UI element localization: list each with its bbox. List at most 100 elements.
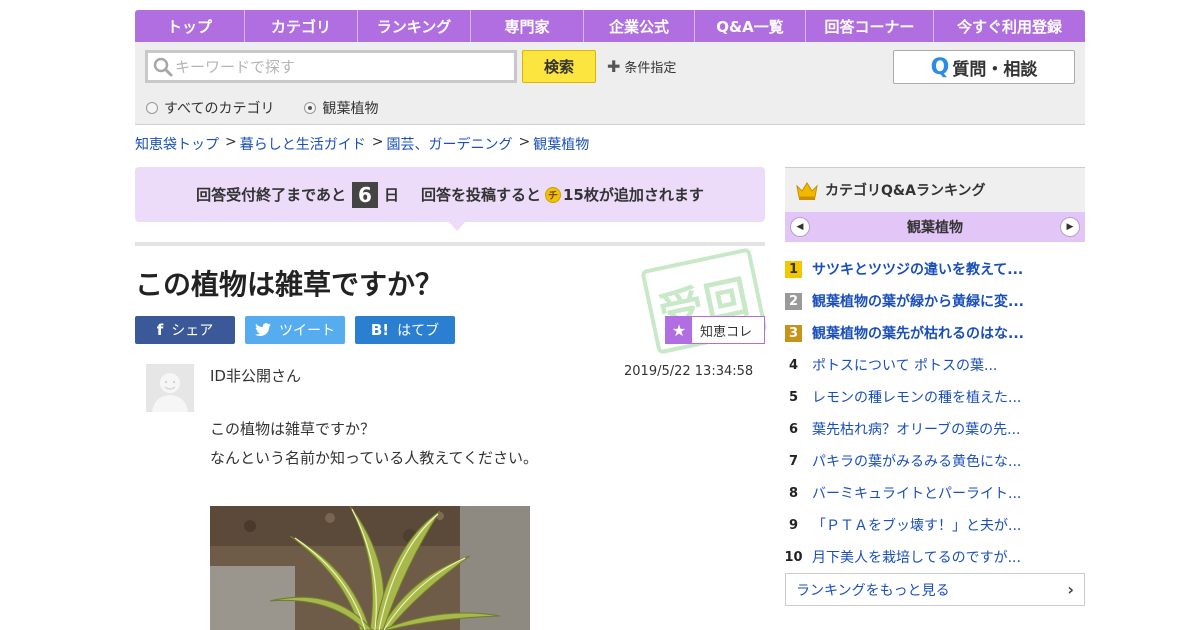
rank-number: 10 — [784, 549, 803, 565]
ranking-link[interactable]: レモンの種レモンの種を植えた... — [812, 387, 1021, 407]
ranking-item[interactable]: 6 葉先枯れ病？オリーブの葉の先... — [785, 413, 1085, 445]
nav-top[interactable]: トップ — [135, 10, 245, 42]
radio-current-category[interactable] — [304, 102, 317, 114]
breadcrumb-item[interactable]: 園芸、ガーデニング — [386, 134, 512, 154]
question-title: この植物は雑草ですか？ — [135, 268, 444, 301]
question-photo[interactable] — [210, 506, 530, 630]
rank-number: 7 — [788, 453, 799, 469]
ranking-item[interactable]: 3 観葉植物の葉先が枯れるのはな... — [785, 317, 1085, 349]
ranking-item[interactable]: 10 月下美人を栽培してるのですが... — [784, 541, 1085, 573]
q-logo-icon: Q — [930, 54, 950, 80]
notice-pointer — [449, 222, 465, 231]
previous-category-button[interactable]: ◀ — [790, 217, 810, 237]
nav-ranking[interactable]: ランキング — [358, 10, 471, 42]
plant-photo — [210, 506, 530, 630]
ranking-link[interactable]: サツキとツツジの違いを教えて... — [812, 259, 1023, 279]
nav-answer-corner[interactable]: 回答コーナー — [806, 10, 934, 42]
rank-number: 8 — [788, 485, 799, 501]
nav-qa-list[interactable]: Q&A一覧 — [695, 10, 806, 42]
breadcrumb: 知恵袋トップ > 暮らしと生活ガイド > 園芸、ガーデニング > 観葉植物 — [135, 134, 589, 154]
ranking-item[interactable]: 8 バーミキュライトとパーライト... — [785, 477, 1085, 509]
ranking-link[interactable]: バーミキュライトとパーライト... — [812, 483, 1021, 503]
breadcrumb-item[interactable]: 暮らしと生活ガイド — [240, 134, 366, 154]
search-input[interactable] — [175, 57, 495, 76]
ranking-header: カテゴリQ&Aランキング — [785, 167, 1085, 212]
rank-badge: 3 — [785, 324, 802, 342]
rank-number: 9 — [788, 517, 799, 533]
ranking-item[interactable]: 7 パキラの葉がみるみる黄色にな... — [785, 445, 1085, 477]
question-author: ID非公開さん — [210, 367, 301, 385]
ranking-link[interactable]: パキラの葉がみるみる黄色にな... — [812, 451, 1021, 471]
rank-badge: 1 — [785, 260, 802, 278]
default-user-icon — [146, 364, 194, 412]
ranking-link[interactable]: 葉先枯れ病？オリーブの葉の先... — [812, 419, 1021, 439]
ranking-category-bar: ◀ 観葉植物 ▶ — [785, 212, 1085, 242]
rank-number: 4 — [788, 357, 799, 373]
ranking-more-label: ランキングをもっと見る — [796, 582, 950, 599]
facebook-share-label: シェア — [171, 323, 214, 339]
search-scope: すべてのカテゴリ 観葉植物 — [146, 98, 408, 118]
coin-icon: チ — [545, 186, 561, 203]
days-remaining: 6 — [351, 181, 378, 208]
share-buttons: f シェア ツイート B! はてブ — [135, 316, 465, 344]
condition-label: 条件指定 — [624, 61, 677, 76]
question-body: この植物は雑草ですか？ なんという名前か知っている人教えてください。 — [210, 415, 538, 473]
hatena-bookmark-button[interactable]: B! はてブ — [355, 316, 455, 344]
search-area: 検索 ✚ 条件指定 Q 質問・相談 すべてのカテゴリ 観葉植物 — [135, 42, 1085, 125]
ranking-category-name: 観葉植物 — [907, 220, 963, 236]
ranking-item[interactable]: 1 サツキとツツジの違いを教えて... — [785, 253, 1085, 285]
search-button[interactable]: 検索 — [522, 50, 596, 83]
nav-category[interactable]: カテゴリ — [245, 10, 358, 42]
next-category-button[interactable]: ▶ — [1060, 217, 1080, 237]
ranking-item[interactable]: 9 「ＰＴＡをブッ壊す！」と夫が... — [785, 509, 1085, 541]
breadcrumb-separator: > — [371, 134, 384, 150]
section-divider — [135, 242, 765, 246]
facebook-share-button[interactable]: f シェア — [135, 316, 235, 344]
radio-all-label[interactable]: すべてのカテゴリ — [164, 98, 274, 118]
rank-badge: 2 — [785, 292, 802, 310]
ranking-item[interactable]: 5 レモンの種レモンの種を植えた... — [785, 381, 1085, 413]
twitter-icon — [255, 323, 271, 336]
chie-collection-label: 知恵コレ — [700, 324, 753, 340]
twitter-share-label: ツイート — [279, 323, 335, 339]
breadcrumb-item[interactable]: 知恵袋トップ — [135, 134, 219, 154]
breadcrumb-separator: > — [518, 134, 531, 150]
ranking-link[interactable]: 観葉植物の葉先が枯れるのはな... — [812, 323, 1024, 343]
question-body-line: なんという名前か知っている人教えてください。 — [210, 449, 539, 467]
condition-link[interactable]: ✚ 条件指定 — [607, 57, 676, 76]
twitter-share-button[interactable]: ツイート — [245, 316, 345, 344]
answer-deadline-notice: 回答受付終了まであと 6 日 回答を投稿すると チ 15枚が追加されます — [135, 167, 765, 222]
breadcrumb-item[interactable]: 観葉植物 — [533, 134, 589, 154]
ranking-item[interactable]: 2 観葉植物の葉が緑から黄緑に変... — [785, 285, 1085, 317]
question-timestamp: 2019/5/22 13:34:58 — [624, 364, 754, 379]
ranking-title: カテゴリQ&Aランキング — [825, 183, 986, 199]
notice-reward-suffix: 15枚が追加されます — [563, 186, 704, 204]
search-box[interactable] — [145, 50, 517, 83]
chie-collection-button[interactable]: ★ 知恵コレ — [665, 316, 765, 344]
ask-question-button[interactable]: Q 質問・相談 — [893, 50, 1075, 84]
rank-number: 6 — [788, 421, 799, 437]
ranking-item[interactable]: 4 ポトスについて ポトスの葉... — [785, 349, 1085, 381]
facebook-icon: f — [156, 321, 164, 339]
ranking-link[interactable]: 月下美人を栽培してるのですが... — [812, 547, 1021, 567]
question-body-line: この植物は雑草ですか？ — [210, 420, 376, 438]
ranking-link[interactable]: 観葉植物の葉が緑から黄緑に変... — [812, 291, 1024, 311]
nav-official[interactable]: 企業公式 — [584, 10, 695, 42]
global-nav: トップ カテゴリ ランキング 専門家 企業公式 Q&A一覧 回答コーナー 今すぐ… — [135, 10, 1085, 42]
plus-icon: ✚ — [607, 57, 621, 76]
ranking-link[interactable]: ポトスについて ポトスの葉... — [812, 355, 997, 375]
notice-prefix: 回答受付終了まであと — [196, 186, 346, 204]
ranking-link[interactable]: 「ＰＴＡをブッ壊す！」と夫が... — [812, 515, 1021, 535]
radio-current-label[interactable]: 観葉植物 — [322, 98, 378, 118]
rank-number: 5 — [788, 389, 799, 405]
ask-label: 質問・相談 — [952, 59, 1038, 80]
crown-icon — [796, 182, 818, 200]
radio-all-categories[interactable] — [146, 102, 158, 114]
star-icon: ★ — [666, 317, 692, 343]
notice-day-unit: 日 — [383, 186, 399, 204]
ranking-more-link[interactable]: ランキングをもっと見る › — [785, 573, 1085, 606]
breadcrumb-separator: > — [225, 134, 237, 150]
nav-register[interactable]: 今すぐ利用登録 — [934, 10, 1085, 42]
hatena-share-label: はてブ — [397, 323, 440, 339]
nav-experts[interactable]: 専門家 — [471, 10, 584, 42]
